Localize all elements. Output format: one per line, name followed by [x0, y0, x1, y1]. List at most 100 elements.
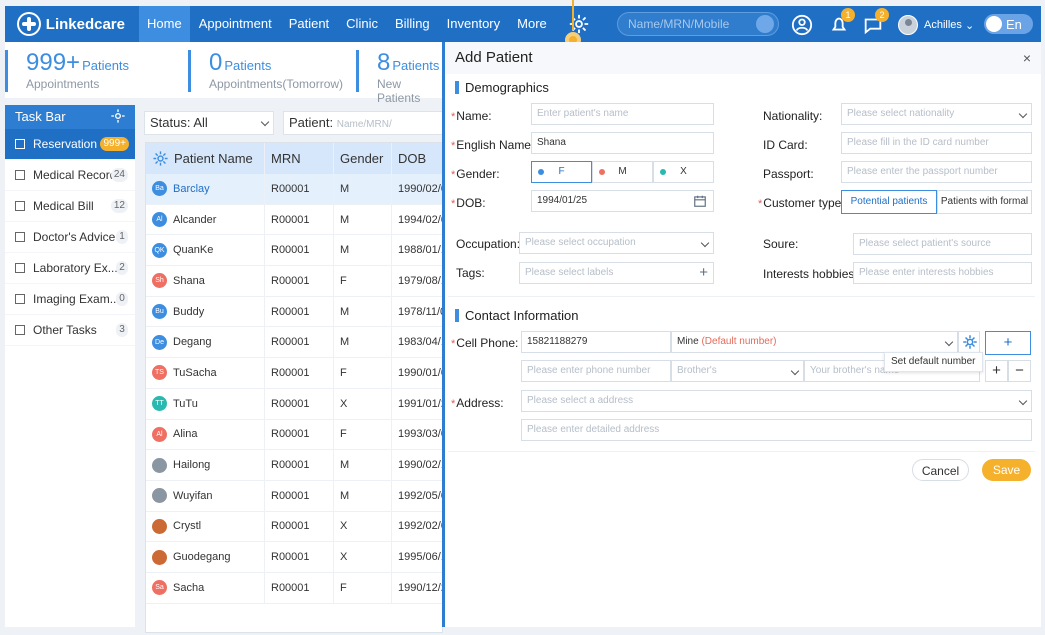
relation-select[interactable]: Mine (Default number) — [671, 331, 958, 353]
gender-header[interactable]: Gender — [333, 143, 391, 174]
name-input[interactable]: Enter patient's name — [531, 103, 714, 125]
task-label: Doctor's Advice — [33, 230, 116, 244]
brand-logo[interactable]: Linkedcare — [5, 6, 125, 42]
cancel-button[interactable]: Cancel — [912, 459, 969, 481]
table-row[interactable]: Al Alcander R00001 M 1994/02/0 — [146, 204, 444, 236]
task-reservation[interactable]: Reservation 999+ — [5, 129, 135, 160]
patient-name[interactable]: Alina — [173, 428, 197, 440]
patient-name[interactable]: Barclay — [173, 183, 210, 195]
table-row[interactable]: Wuyifan R00001 M 1992/05/0 — [146, 480, 444, 512]
address-select[interactable]: Please select a address — [521, 390, 1032, 412]
nav-home[interactable]: Home — [139, 6, 190, 42]
stat-appointments[interactable]: 999+ Patients Appointments — [5, 50, 129, 92]
task-medical-bill[interactable]: Medical Bill 12 — [5, 191, 135, 222]
status-filter[interactable]: Status: All — [144, 111, 274, 135]
search-icon[interactable] — [756, 15, 774, 33]
table-row[interactable]: TS TuSacha R00001 F 1990/01/0 — [146, 358, 444, 389]
add-plus-icon[interactable]: + — [699, 263, 708, 283]
table-row[interactable]: Sh Shana R00001 F 1979/08/1 — [146, 266, 444, 297]
patient-name[interactable]: Degang — [173, 336, 212, 348]
gender-option-x[interactable]: X — [653, 161, 714, 183]
patient-name[interactable]: TuTu — [173, 398, 198, 410]
source-select[interactable]: Please select patient's source — [853, 233, 1032, 255]
patient-filter[interactable]: Patient: Name/MRN/ — [283, 111, 453, 135]
patient-name[interactable]: Shana — [173, 275, 205, 287]
patient-name[interactable]: Crystl — [173, 520, 201, 532]
cell-phone-label: Cell Phone: — [451, 336, 518, 350]
dob-date-input[interactable]: 1994/01/25 — [531, 190, 714, 212]
table-row[interactable]: Guodegang R00001 X 1995/06/1 — [146, 542, 444, 573]
patient-name[interactable]: Wuyifan — [173, 490, 213, 502]
task-medical-record[interactable]: Medical Record 24 — [5, 160, 135, 191]
add-phone-button[interactable]: + — [985, 331, 1031, 355]
table-row[interactable]: Crystl R00001 X 1992/02/0 — [146, 511, 444, 543]
remove-secondary-phone-button[interactable]: − — [1008, 360, 1031, 382]
nav-clinic[interactable]: Clinic — [338, 6, 386, 42]
patient-name[interactable]: Alcander — [173, 214, 216, 226]
interests-input[interactable]: Please enter interests hobbies — [853, 262, 1032, 284]
table-row[interactable]: Al Alina R00001 F 1993/03/0 — [146, 419, 444, 451]
table-row[interactable]: Ba Barclay R00001 M 1990/02/0 — [146, 174, 444, 205]
nationality-select[interactable]: Please select nationality — [841, 103, 1032, 125]
nav-appointment[interactable]: Appointment — [191, 6, 280, 42]
secondary-relation-select[interactable]: Brother's — [671, 360, 804, 382]
stat-new-patients[interactable]: 8 Patients New Patients — [356, 50, 445, 105]
id-card-input[interactable]: Please fill in the ID card number — [841, 132, 1032, 154]
english-name-input[interactable]: Shana — [531, 132, 714, 154]
cell-phone-input[interactable]: 15821188279 — [521, 331, 671, 353]
user-menu[interactable]: Achilles ⌄ — [898, 14, 974, 36]
task-bar-header: Task Bar — [5, 105, 135, 129]
secondary-phone-input[interactable]: Please enter phone number — [521, 360, 671, 382]
formal-patients-option[interactable]: Patients with formal — [937, 190, 1032, 214]
save-button[interactable]: Save — [982, 459, 1031, 481]
detailed-address-input[interactable]: Please enter detailed address — [521, 419, 1032, 441]
task-settings-gear-icon[interactable] — [110, 108, 126, 124]
table-row[interactable]: Bu Buddy R00001 M 1978/11/0 — [146, 296, 444, 328]
occupation-select[interactable]: Please select occupation — [519, 232, 714, 254]
user-profile-icon[interactable] — [791, 14, 813, 36]
dob-header[interactable]: DOB — [391, 143, 444, 174]
stat-appointments-tomorrow[interactable]: 0 Patients Appointments(Tomorrow) — [188, 50, 343, 92]
add-secondary-phone-button[interactable]: + — [985, 360, 1008, 382]
table-header: Patient Name MRN Gender DOB — [146, 143, 442, 174]
phone-settings-button[interactable] — [958, 331, 980, 353]
patient-name[interactable]: Sacha — [173, 582, 204, 594]
task-laboratory-exam[interactable]: Laboratory Ex... 2 — [5, 253, 135, 284]
gender-option-m[interactable]: M — [592, 161, 653, 183]
table-row[interactable]: TT TuTu R00001 X 1991/01/2 — [146, 388, 444, 420]
nav-patient[interactable]: Patient — [281, 6, 337, 42]
column-settings-gear-icon[interactable] — [152, 150, 169, 167]
potential-patients-option[interactable]: Potential patients — [841, 190, 937, 214]
table-row[interactable]: QK QuanKe R00001 M 1988/01/1 — [146, 235, 444, 267]
patient-avatar: Al — [152, 426, 167, 442]
gender-cell: M — [333, 327, 391, 358]
patient-name[interactable]: QuanKe — [173, 244, 213, 256]
nav-billing[interactable]: Billing — [387, 6, 438, 42]
patient-name[interactable]: Buddy — [173, 306, 204, 318]
patient-avatar — [152, 457, 167, 473]
task-imaging-exam[interactable]: Imaging Exam... 0 — [5, 284, 135, 315]
patient-name[interactable]: Guodegang — [173, 551, 231, 563]
task-doctors-advice[interactable]: Doctor's Advice 1 — [5, 222, 135, 253]
mrn-header[interactable]: MRN — [264, 143, 333, 174]
tags-select[interactable]: Please select labels + — [519, 262, 714, 284]
message-chat-icon[interactable]: 2 — [862, 8, 889, 36]
table-row[interactable]: Sa Sacha R00001 F 1990/12/2 — [146, 572, 444, 604]
patient-name[interactable]: TuSacha — [173, 367, 217, 379]
nav-more[interactable]: More — [509, 6, 555, 42]
dob-cell: 1993/03/0 — [391, 419, 444, 450]
close-icon[interactable]: × — [1023, 42, 1031, 74]
table-row[interactable]: De Degang R00001 M 1983/04/1 — [146, 327, 444, 359]
patient-name-header[interactable]: Patient Name — [146, 150, 264, 167]
nav-inventory[interactable]: Inventory — [439, 6, 508, 42]
gender-option-f[interactable]: F — [531, 161, 592, 183]
table-row[interactable]: Hailong R00001 M 1990/02/1 — [146, 450, 444, 481]
global-search-input[interactable] — [618, 13, 753, 35]
calendar-icon[interactable] — [693, 194, 707, 208]
task-other-tasks[interactable]: Other Tasks 3 — [5, 315, 135, 346]
language-toggle[interactable]: En — [984, 14, 1033, 34]
patient-table-body: Ba Barclay R00001 M 1990/02/0 Al Alcander R0000… — [146, 174, 444, 604]
patient-name[interactable]: Hailong — [173, 459, 210, 471]
notification-bell-icon[interactable]: 1 — [828, 8, 855, 36]
passport-input[interactable]: Please enter the passport number — [841, 161, 1032, 183]
